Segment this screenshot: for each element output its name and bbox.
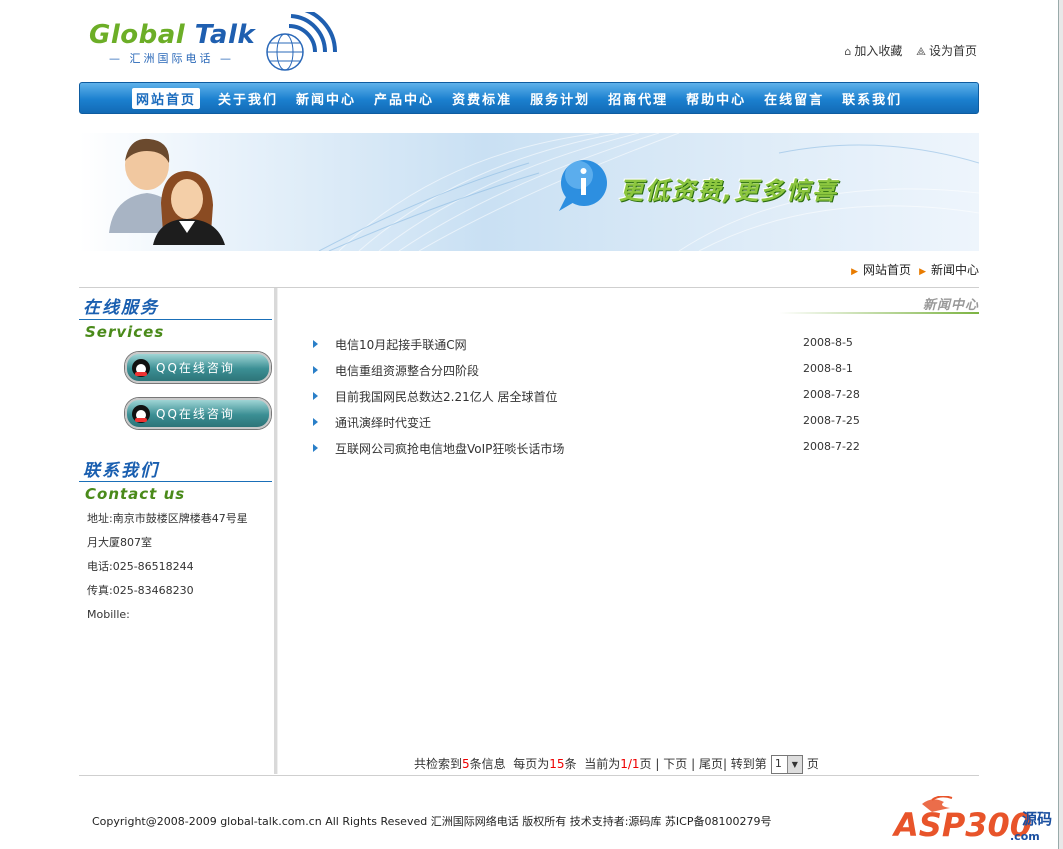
pager-text: 条 当前为 [564, 757, 621, 771]
nav-item-home[interactable]: 网站首页 [132, 87, 201, 109]
qq-consult-label: QQ在线咨询 [156, 361, 235, 375]
news-date: 2008-8-5 [803, 336, 853, 349]
last-page-link[interactable]: 尾页 [699, 757, 723, 771]
nav-item-rates[interactable]: 资费标准 [452, 89, 512, 108]
footer-copyright: Copyright@2008-2009 global-talk.com.cn A… [92, 815, 772, 828]
logo-wordmark: Global Talk [89, 20, 255, 50]
nav-item-news[interactable]: 新闻中心 [296, 89, 356, 108]
bullet-arrow-icon [313, 340, 318, 348]
list-item: 目前我国网民总数达2.21亿人 居全球首位 2008-7-28 [309, 385, 869, 411]
sidebar-divider [274, 288, 278, 774]
contact-underline [79, 481, 272, 482]
breadcrumb-current[interactable]: 新闻中心 [931, 263, 979, 277]
pager-current: 1/1 [620, 757, 640, 771]
contact-phone: 电话:025-86518244 [87, 560, 194, 573]
news-title-link[interactable]: 通讯演绎时代变迁 [335, 414, 431, 431]
main-section-title: 新闻中心 [922, 298, 979, 313]
qq-consult-button[interactable]: QQ在线咨询 [125, 398, 271, 429]
house-icon: ⌂ [844, 45, 852, 58]
banner: 更低资费,更多惊喜 [79, 133, 979, 251]
info-bubble-icon [559, 160, 607, 211]
page-select-value: 1 [774, 757, 782, 770]
divider-bottom [79, 775, 979, 776]
add-favorite-link[interactable]: ⌂ 加入收藏 [844, 44, 906, 58]
list-item: 互联网公司疯抢电信地盘VoIP狂啖长话市场 2008-7-22 [309, 437, 869, 463]
svg-text:.com: .com [1010, 830, 1040, 843]
pager-total: 5 [462, 757, 470, 771]
next-page-link[interactable]: 下页 [663, 757, 687, 771]
contact-info: 地址:南京市鼓楼区牌楼巷47号星 月大厦807室 电话:025-86518244… [87, 507, 267, 627]
pager-separator: | [691, 757, 696, 771]
news-date: 2008-7-28 [803, 388, 860, 401]
main-nav: 网站首页 关于我们 新闻中心 产品中心 资费标准 服务计划 招商代理 帮助中心 … [79, 82, 979, 114]
bullet-arrow-icon [313, 444, 318, 452]
qq-consult-button[interactable]: QQ在线咨询 [125, 352, 271, 383]
nav-item-guestbook[interactable]: 在线留言 [764, 89, 824, 108]
logo-subtitle: — 汇洲国际电话 — [109, 52, 234, 65]
pager-per-page: 15 [549, 757, 565, 771]
main-title-underline [779, 312, 979, 314]
list-item: 电信10月起接手联通C网 2008-8-5 [309, 333, 869, 359]
news-list: 电信10月起接手联通C网 2008-8-5 电信重组资源整合分四阶段 2008-… [309, 333, 869, 463]
news-title-link[interactable]: 电信10月起接手联通C网 [335, 336, 467, 353]
bullet-arrow-icon [313, 418, 318, 426]
contact-mobile: Mobille: [87, 608, 130, 621]
services-title: 在线服务 [83, 298, 159, 318]
list-item: 通讯演绎时代变迁 2008-7-25 [309, 411, 869, 437]
list-item: 电信重组资源整合分四阶段 2008-8-1 [309, 359, 869, 385]
set-homepage-label: 设为首页 [928, 44, 977, 58]
breadcrumb-arrow-icon: ▶ [919, 267, 926, 277]
qq-penguin-icon [132, 358, 150, 377]
nav-item-help[interactable]: 帮助中心 [686, 89, 746, 108]
pager-text: 条信息 每页为 [469, 757, 550, 771]
breadcrumb: ▶ 网站首页 ▶ 新闻中心 [843, 261, 979, 278]
home-page-icon: ⟁ [916, 45, 926, 58]
nav-item-agents[interactable]: 招商代理 [608, 89, 668, 108]
top-links: ⌂ 加入收藏 ⟁ 设为首页 [834, 42, 977, 59]
contact-title: 联系我们 [83, 461, 159, 481]
banner-artwork [109, 133, 979, 251]
bullet-arrow-icon [313, 366, 318, 374]
contact-address-line1: 地址:南京市鼓楼区牌楼巷47号星 [87, 512, 248, 525]
logo-word-global: Global [89, 20, 186, 50]
page-select[interactable]: 1 ▼ [770, 755, 803, 774]
services-underline [79, 319, 272, 320]
news-date: 2008-7-25 [803, 414, 860, 427]
pager-text: 页 [806, 757, 819, 771]
banner-slogan: 更低资费,更多惊喜 [619, 177, 839, 205]
news-date: 2008-7-22 [803, 440, 860, 453]
services-subtitle: Services [85, 323, 165, 341]
svg-text:源码: 源码 [1022, 810, 1052, 828]
woman-figure-icon [153, 171, 225, 245]
contact-subtitle: Contact us [85, 485, 186, 503]
chevron-down-icon[interactable]: ▼ [786, 756, 802, 773]
news-title-link[interactable]: 互联网公司疯抢电信地盘VoIP狂啖长话市场 [335, 440, 564, 457]
globe-signal-icon [266, 12, 337, 71]
pagination: 共检索到5条信息 每页为15条 当前为1/1页 | 下页 | 尾页| 转到第 1 ▼… [414, 755, 819, 774]
add-favorite-label: 加入收藏 [854, 44, 903, 58]
bullet-arrow-icon [313, 392, 318, 400]
asp300-brand-logo[interactable]: ASP300 .com 源码 [892, 796, 1057, 846]
nav-item-about[interactable]: 关于我们 [218, 89, 278, 108]
breadcrumb-home[interactable]: 网站首页 [863, 263, 911, 277]
qq-penguin-icon [132, 404, 150, 423]
site-logo[interactable]: Global Talk — 汇洲国际电话 — [79, 0, 339, 78]
nav-item-products[interactable]: 产品中心 [374, 89, 434, 108]
logo-word-talk: Talk [194, 20, 256, 50]
nav-item-contact[interactable]: 联系我们 [842, 89, 902, 108]
news-title-link[interactable]: 目前我国网民总数达2.21亿人 居全球首位 [335, 388, 558, 405]
nav-item-service-plans[interactable]: 服务计划 [530, 89, 590, 108]
news-date: 2008-8-1 [803, 362, 853, 375]
pager-text: 页 | [639, 757, 660, 771]
pager-jump-text: | 转到第 [722, 757, 767, 771]
set-homepage-link[interactable]: ⟁ 设为首页 [916, 44, 977, 58]
news-title-link[interactable]: 电信重组资源整合分四阶段 [335, 362, 479, 379]
qq-consult-label: QQ在线咨询 [156, 407, 235, 421]
contact-address-line2: 月大厦807室 [87, 536, 152, 549]
window-scrollbar-edge[interactable] [1058, 0, 1063, 849]
contact-fax: 传真:025-83468230 [87, 584, 194, 597]
breadcrumb-arrow-icon: ▶ [851, 267, 859, 277]
pager-text: 共检索到 [414, 757, 463, 771]
